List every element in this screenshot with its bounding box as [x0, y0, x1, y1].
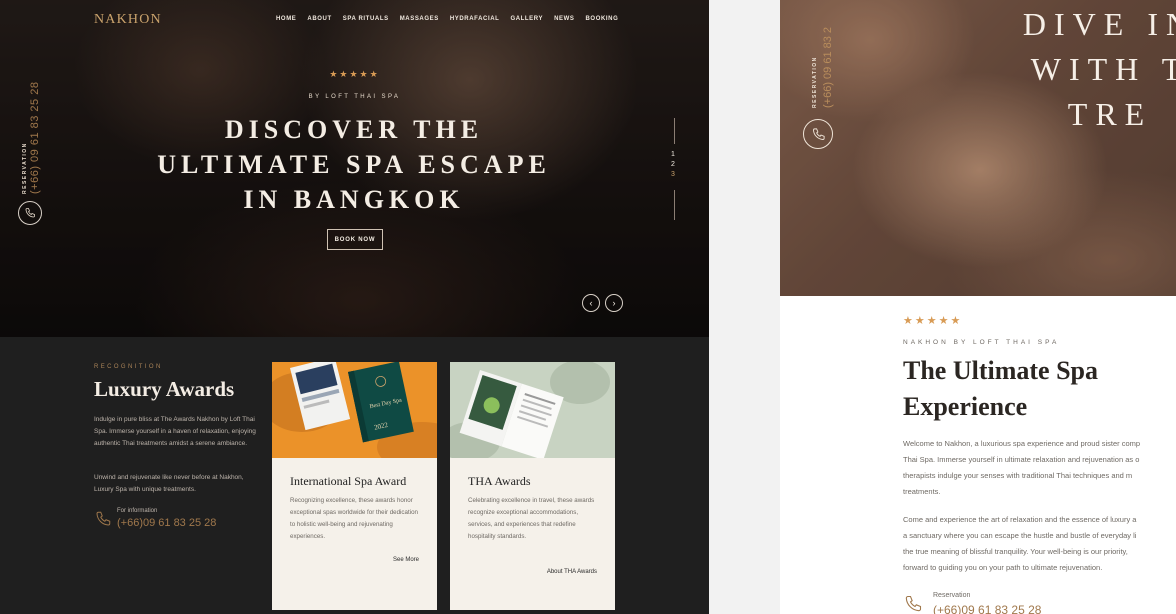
rating-stars: ★★★★★ [329, 69, 380, 79]
see-more-link[interactable]: See More [393, 557, 419, 563]
next-slide-button[interactable]: › [605, 294, 623, 312]
card-title: THA Awards [468, 474, 531, 488]
chevron-right-icon: › [612, 298, 616, 308]
chevron-left-icon: ‹ [589, 298, 593, 308]
intro-title-line: The Ultimate Spa [903, 356, 1098, 385]
right-hero-section: DIVE IN WITH T TRE RESERVATION (+66) 09 … [780, 0, 1176, 296]
award-card: THA Awards Celebrating excellence in tra… [450, 362, 615, 610]
hero-section: NAKHON HOME ABOUT SPA RITUALS MASSAGES H… [0, 0, 709, 337]
reservation-phone[interactable]: (+66) 09 61 83 25 28 [29, 82, 41, 194]
slide-pager: 1 2 3 [671, 151, 675, 178]
awards-title: Luxury Awards [94, 377, 235, 401]
headline-line: ULTIMATE SPA ESCAPE [157, 150, 551, 179]
card-text: Celebrating excellence in travel, these … [468, 497, 595, 540]
awards-paragraph-1: Indulge in pure bliss at The Awards Nakh… [94, 416, 256, 447]
intro-title-line: Experience [903, 392, 1028, 421]
main-nav: HOME ABOUT SPA RITUALS MASSAGES HYDRAFAC… [276, 16, 618, 22]
rating-stars: ★★★★★ [903, 315, 963, 327]
slide-dot-2[interactable]: 2 [671, 161, 675, 168]
brand-logo[interactable]: NAKHON [94, 12, 162, 28]
awards-kicker: RECOGNITION [94, 364, 163, 370]
about-tha-awards-link[interactable]: About THA Awards [547, 569, 597, 575]
card-text: Recognizing excellence, these awards hon… [290, 497, 418, 540]
intro-paragraph-1: Welcome to Nakhon, a luxurious spa exper… [903, 436, 1176, 500]
headline-line: DISCOVER THE [224, 115, 484, 144]
phone-icon [812, 127, 825, 140]
slide-dot-1[interactable]: 1 [671, 151, 675, 158]
right-headline-line: TRE [1067, 96, 1153, 132]
card-title: International Spa Award [290, 474, 407, 488]
reservation-label: RESERVATION [22, 142, 28, 194]
nav-hydrafacial[interactable]: HYDRAFACIAL [450, 16, 500, 22]
nav-home[interactable]: HOME [276, 16, 296, 22]
paragraph-line: a sanctuary where you can escape the hus… [903, 531, 1137, 540]
paragraph-line: Thai Spa. Immerse yourself in ultimate r… [903, 455, 1140, 464]
nav-booking[interactable]: BOOKING [586, 16, 619, 22]
nav-about[interactable]: ABOUT [307, 16, 331, 22]
pager-divider-top [674, 118, 675, 144]
reservation-sidebar: RESERVATION (+66) 09 61 83 25 28 [16, 82, 42, 194]
slide-dot-3[interactable]: 3 [671, 171, 675, 178]
nav-gallery[interactable]: GALLERY [510, 16, 543, 22]
paragraph-line: treatments. [903, 487, 941, 496]
paragraph-line: Come and experience the art of relaxatio… [903, 515, 1137, 524]
paragraph-line: therapists indulge your senses with trad… [903, 471, 1133, 480]
intro-byline: NAKHON BY LOFT THAI SPA [903, 339, 1060, 346]
right-headline-line: DIVE IN [1022, 6, 1176, 42]
nav-news[interactable]: NEWS [554, 16, 574, 22]
desktop-page: NAKHON HOME ABOUT SPA RITUALS MASSAGES H… [0, 0, 709, 614]
right-hero-headline: DIVE IN WITH T TRE [980, 2, 1176, 137]
award-card: Best Day Spa 2022 International Spa Awar… [272, 362, 437, 610]
hero-headline: DISCOVER THE ULTIMATE SPA ESCAPE IN BANG… [104, 112, 604, 217]
award-card-image [450, 362, 615, 458]
pager-divider-bottom [674, 190, 675, 220]
nav-massages[interactable]: MASSAGES [400, 16, 439, 22]
headline-line: IN BANGKOK [243, 185, 465, 214]
paragraph-line: the true meaning of blissful tranquility… [903, 547, 1128, 556]
info-phone[interactable]: (+66)09 61 83 25 28 [117, 517, 216, 529]
award-card-image: Best Day Spa 2022 [272, 362, 437, 458]
call-button[interactable] [18, 201, 42, 225]
call-button[interactable] [803, 119, 833, 149]
phone-ring-icon [94, 510, 112, 533]
nav-spa-rituals[interactable]: SPA RITUALS [343, 16, 389, 22]
phone-icon [25, 208, 35, 218]
hero-byline: BY LOFT THAI SPA [308, 94, 401, 100]
right-headline-line: WITH T [1030, 51, 1176, 87]
book-now-button[interactable]: BOOK NOW [327, 229, 383, 250]
prev-slide-button[interactable]: ‹ [582, 294, 600, 312]
intro-title: The Ultimate Spa Experience [903, 353, 1163, 425]
phone-ring-icon [903, 594, 923, 614]
awards-paragraph-2: Unwind and rejuvenate like never before … [94, 474, 244, 493]
reservation-label: Reservation [933, 592, 971, 599]
secondary-page: DIVE IN WITH T TRE RESERVATION (+66) 09 … [780, 0, 1176, 614]
screenshot-canvas: NAKHON HOME ABOUT SPA RITUALS MASSAGES H… [0, 0, 1176, 614]
intro-paragraph-2: Come and experience the art of relaxatio… [903, 512, 1176, 576]
reservation-label: RESERVATION [812, 56, 818, 108]
reservation-phone[interactable]: (+66)09 61 83 25 28 [933, 603, 1041, 614]
info-label: For information [117, 508, 158, 514]
paragraph-line: Welcome to Nakhon, a luxurious spa exper… [903, 439, 1141, 448]
paragraph-line: forward to guiding you on your path to u… [903, 563, 1103, 572]
reservation-phone[interactable]: (+66) 09 61 83 2 [822, 27, 834, 108]
